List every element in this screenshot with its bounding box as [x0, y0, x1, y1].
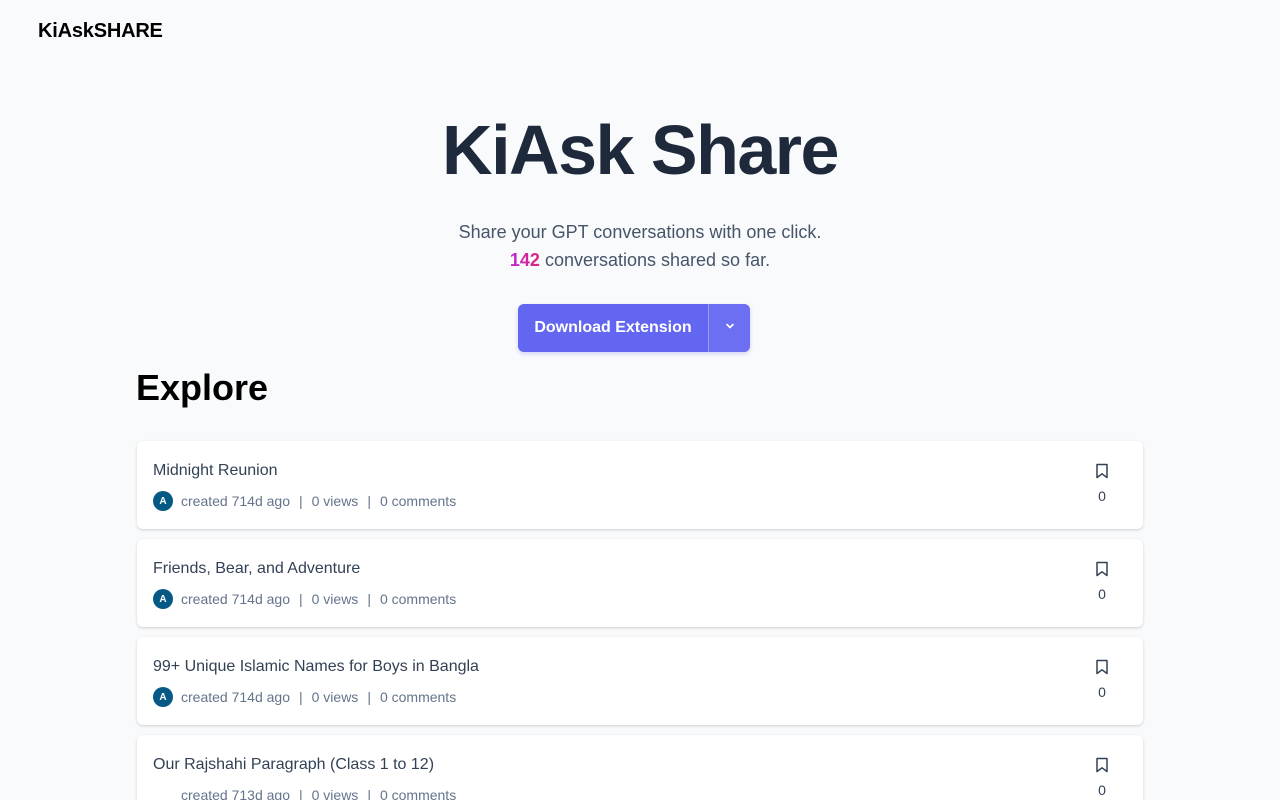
conversation-title[interactable]: Midnight Reunion [153, 461, 278, 481]
created-time: created 714d ago [181, 591, 290, 607]
comment-count: 0 comments [379, 689, 457, 705]
conversation-list: Midnight Reunion Acreated 714d ago | 0 view… [137, 441, 1143, 800]
comment-count: 0 comments [379, 493, 457, 509]
meta-separator: | [298, 787, 303, 800]
meta-separator: | [367, 591, 371, 607]
explore-title: Explore [136, 367, 269, 408]
bookmark-count: 0 [1098, 488, 1106, 504]
conversation-meta: Acreated 714d ago | 0 views | 0 comments [153, 687, 456, 707]
bookmark-button[interactable]: 0 [1089, 757, 1115, 798]
bookmark-count: 0 [1098, 586, 1106, 602]
bookmark-button[interactable]: 0 [1089, 561, 1115, 602]
created-time: created 714d ago [181, 493, 290, 509]
bookmark-count: 0 [1098, 782, 1106, 798]
conversation-card[interactable]: Friends, Bear, and Adventure Acreated 714… [137, 539, 1143, 627]
meta-separator: | [298, 591, 303, 607]
bookmark-icon [1095, 463, 1109, 484]
meta-separator: | [298, 493, 303, 509]
hero-title: KiAsk Share [442, 111, 839, 189]
bookmark-icon [1095, 561, 1109, 582]
conversation-title[interactable]: 99+ Unique Islamic Names for Boys in Ban… [153, 657, 479, 677]
view-count: 0 views [311, 787, 359, 800]
comment-count: 0 comments [379, 591, 457, 607]
brand-logo[interactable]: KiAskSHARE [38, 20, 163, 43]
bookmark-count: 0 [1098, 684, 1106, 700]
meta-separator: | [367, 689, 371, 705]
bookmark-icon [1095, 757, 1109, 778]
download-options-toggle[interactable] [709, 304, 750, 352]
meta-separator: | [367, 493, 371, 509]
view-count: 0 views [311, 689, 359, 705]
conversation-card[interactable]: 99+ Unique Islamic Names for Boys in Ban… [137, 637, 1143, 725]
download-extension-button[interactable]: Download Extension [518, 304, 709, 352]
view-count: 0 views [311, 493, 359, 509]
conversation-count-suffix: conversations shared so far. [539, 250, 771, 270]
avatar[interactable]: A [153, 687, 173, 707]
avatar[interactable]: A [153, 491, 173, 511]
view-count: 0 views [311, 591, 359, 607]
bookmark-button[interactable]: 0 [1089, 659, 1115, 700]
download-button-group: Download Extension [518, 304, 750, 352]
created-time: created 714d ago [181, 689, 290, 705]
hero-subtitle: Share your GPT conversations with one cl… [458, 222, 822, 242]
hero-count-line: 142 conversations shared so far. [0, 246, 1280, 274]
avatar[interactable]: A [153, 589, 173, 609]
comment-count: 0 comments [379, 787, 457, 800]
chevron-down-icon [724, 319, 736, 337]
meta-separator: | [298, 689, 303, 705]
conversation-meta: created 713d ago | 0 views | 0 comments [153, 785, 456, 800]
created-time: created 713d ago [181, 787, 290, 800]
page: KiAskSHARE KiAsk Share Share your GPT co… [0, 0, 1280, 800]
conversation-meta: Acreated 714d ago | 0 views | 0 comments [153, 589, 456, 609]
conversation-title[interactable]: Our Rajshahi Paragraph (Class 1 to 12) [153, 755, 434, 775]
meta-separator: | [367, 787, 371, 800]
bookmark-button[interactable]: 0 [1089, 463, 1115, 504]
conversation-count: 142 [509, 250, 540, 270]
conversation-card[interactable]: Our Rajshahi Paragraph (Class 1 to 12) cr… [137, 735, 1143, 800]
conversation-title[interactable]: Friends, Bear, and Adventure [153, 559, 360, 579]
conversation-card[interactable]: Midnight Reunion Acreated 714d ago | 0 view… [137, 441, 1143, 529]
bookmark-icon [1095, 659, 1109, 680]
conversation-meta: Acreated 714d ago | 0 views | 0 comments [153, 491, 456, 511]
